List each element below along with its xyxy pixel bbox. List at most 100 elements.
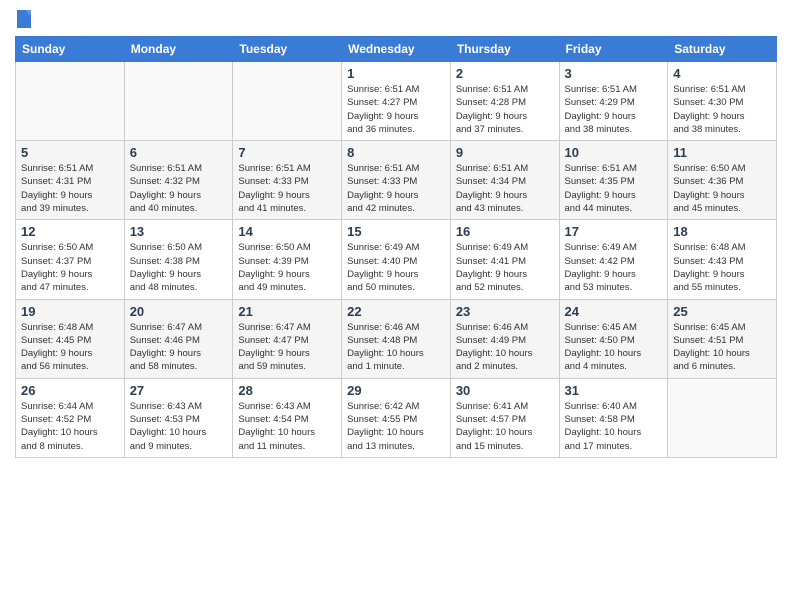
day-info: Sunrise: 6:43 AM Sunset: 4:54 PM Dayligh… <box>238 400 336 453</box>
day-number: 22 <box>347 304 445 319</box>
calendar-cell: 1 Sunrise: 6:51 AM Sunset: 4:27 PM Daylig… <box>342 62 451 141</box>
day-info: Sunrise: 6:40 AM Sunset: 4:58 PM Dayligh… <box>565 400 663 453</box>
day-number: 9 <box>456 145 554 160</box>
calendar-cell: 8Sunrise: 6:51 AM Sunset: 4:33 PM Daylig… <box>342 141 451 220</box>
calendar-cell: 20 Sunrise: 6:47 AM Sunset: 4:46 PM Dayli… <box>124 299 233 378</box>
day-number: 26 <box>21 383 119 398</box>
day-info: Sunrise: 6:50 AM Sunset: 4:36 PM Dayligh… <box>673 162 771 215</box>
day-number: 6 <box>130 145 228 160</box>
day-info: Sunrise: 6:46 AM Sunset: 4:49 PM Dayligh… <box>456 321 554 374</box>
day-info: Sunrise: 6:51 AM Sunset: 4:31 PM Dayligh… <box>21 162 119 215</box>
day-info: Sunrise: 6:50 AM Sunset: 4:37 PM Dayligh… <box>21 241 119 294</box>
day-info: Sunrise: 6:47 AM Sunset: 4:46 PM Dayligh… <box>130 321 228 374</box>
day-number: 10 <box>565 145 663 160</box>
day-info: Sunrise: 6:51 AM Sunset: 4:33 PM Dayligh… <box>238 162 336 215</box>
day-info: Sunrise: 6:45 AM Sunset: 4:51 PM Dayligh… <box>673 321 771 374</box>
day-info: Sunrise: 6:50 AM Sunset: 4:39 PM Dayligh… <box>238 241 336 294</box>
calendar-cell: 3Sunrise: 6:51 AM Sunset: 4:29 PM Daylig… <box>559 62 668 141</box>
day-info: Sunrise: 6:49 AM Sunset: 4:41 PM Dayligh… <box>456 241 554 294</box>
page: Sunday Monday Tuesday Wednesday Thursday… <box>0 0 792 612</box>
day-info: Sunrise: 6:45 AM Sunset: 4:50 PM Dayligh… <box>565 321 663 374</box>
week-row-1: 1 Sunrise: 6:51 AM Sunset: 4:27 PM Daylig… <box>16 62 777 141</box>
day-info: Sunrise: 6:43 AM Sunset: 4:53 PM Dayligh… <box>130 400 228 453</box>
calendar-cell <box>124 62 233 141</box>
day-info: Sunrise: 6:51 AM Sunset: 4:35 PM Dayligh… <box>565 162 663 215</box>
calendar-cell: 13 Sunrise: 6:50 AM Sunset: 4:38 PM Dayli… <box>124 220 233 299</box>
day-number: 21 <box>238 304 336 319</box>
col-sunday: Sunday <box>16 37 125 62</box>
col-friday: Friday <box>559 37 668 62</box>
logo <box>15 10 31 28</box>
day-number: 17 <box>565 224 663 239</box>
day-number: 7 <box>238 145 336 160</box>
day-info: Sunrise: 6:49 AM Sunset: 4:42 PM Dayligh… <box>565 241 663 294</box>
calendar-cell: 23 Sunrise: 6:46 AM Sunset: 4:49 PM Dayli… <box>450 299 559 378</box>
calendar-cell: 15Sunrise: 6:49 AM Sunset: 4:40 PM Dayli… <box>342 220 451 299</box>
calendar-cell: 6Sunrise: 6:51 AM Sunset: 4:32 PM Daylig… <box>124 141 233 220</box>
calendar-cell: 28 Sunrise: 6:43 AM Sunset: 4:54 PM Dayli… <box>233 378 342 457</box>
day-number: 11 <box>673 145 771 160</box>
calendar-cell: 27Sunrise: 6:43 AM Sunset: 4:53 PM Dayli… <box>124 378 233 457</box>
calendar-cell: 31 Sunrise: 6:40 AM Sunset: 4:58 PM Dayli… <box>559 378 668 457</box>
col-wednesday: Wednesday <box>342 37 451 62</box>
day-number: 1 <box>347 66 445 81</box>
calendar-cell: 2Sunrise: 6:51 AM Sunset: 4:28 PM Daylig… <box>450 62 559 141</box>
calendar-cell <box>16 62 125 141</box>
calendar-table: Sunday Monday Tuesday Wednesday Thursday… <box>15 36 777 458</box>
day-number: 28 <box>238 383 336 398</box>
calendar-cell: 7 Sunrise: 6:51 AM Sunset: 4:33 PM Daylig… <box>233 141 342 220</box>
week-row-3: 12 Sunrise: 6:50 AM Sunset: 4:37 PM Dayli… <box>16 220 777 299</box>
calendar-cell: 25 Sunrise: 6:45 AM Sunset: 4:51 PM Dayli… <box>668 299 777 378</box>
day-number: 12 <box>21 224 119 239</box>
day-number: 20 <box>130 304 228 319</box>
day-info: Sunrise: 6:44 AM Sunset: 4:52 PM Dayligh… <box>21 400 119 453</box>
day-number: 30 <box>456 383 554 398</box>
day-number: 14 <box>238 224 336 239</box>
calendar-cell: 16 Sunrise: 6:49 AM Sunset: 4:41 PM Dayli… <box>450 220 559 299</box>
calendar-cell: 30 Sunrise: 6:41 AM Sunset: 4:57 PM Dayli… <box>450 378 559 457</box>
day-number: 8 <box>347 145 445 160</box>
col-thursday: Thursday <box>450 37 559 62</box>
calendar-cell: 9 Sunrise: 6:51 AM Sunset: 4:34 PM Daylig… <box>450 141 559 220</box>
calendar-cell: 12 Sunrise: 6:50 AM Sunset: 4:37 PM Dayli… <box>16 220 125 299</box>
day-info: Sunrise: 6:50 AM Sunset: 4:38 PM Dayligh… <box>130 241 228 294</box>
col-monday: Monday <box>124 37 233 62</box>
day-info: Sunrise: 6:51 AM Sunset: 4:34 PM Dayligh… <box>456 162 554 215</box>
calendar-cell: 29 Sunrise: 6:42 AM Sunset: 4:55 PM Dayli… <box>342 378 451 457</box>
calendar-cell: 19Sunrise: 6:48 AM Sunset: 4:45 PM Dayli… <box>16 299 125 378</box>
calendar-cell: 10 Sunrise: 6:51 AM Sunset: 4:35 PM Dayli… <box>559 141 668 220</box>
day-info: Sunrise: 6:51 AM Sunset: 4:30 PM Dayligh… <box>673 83 771 136</box>
day-info: Sunrise: 6:48 AM Sunset: 4:45 PM Dayligh… <box>21 321 119 374</box>
day-number: 13 <box>130 224 228 239</box>
day-info: Sunrise: 6:48 AM Sunset: 4:43 PM Dayligh… <box>673 241 771 294</box>
day-number: 15 <box>347 224 445 239</box>
week-row-4: 19Sunrise: 6:48 AM Sunset: 4:45 PM Dayli… <box>16 299 777 378</box>
calendar-cell: 21 Sunrise: 6:47 AM Sunset: 4:47 PM Dayli… <box>233 299 342 378</box>
day-info: Sunrise: 6:41 AM Sunset: 4:57 PM Dayligh… <box>456 400 554 453</box>
calendar-cell: 4 Sunrise: 6:51 AM Sunset: 4:30 PM Daylig… <box>668 62 777 141</box>
calendar-cell: 5 Sunrise: 6:51 AM Sunset: 4:31 PM Daylig… <box>16 141 125 220</box>
calendar-cell <box>668 378 777 457</box>
header-row: Sunday Monday Tuesday Wednesday Thursday… <box>16 37 777 62</box>
day-number: 25 <box>673 304 771 319</box>
day-number: 5 <box>21 145 119 160</box>
day-number: 23 <box>456 304 554 319</box>
day-number: 24 <box>565 304 663 319</box>
day-info: Sunrise: 6:51 AM Sunset: 4:27 PM Dayligh… <box>347 83 445 136</box>
calendar-cell: 17 Sunrise: 6:49 AM Sunset: 4:42 PM Dayli… <box>559 220 668 299</box>
day-number: 16 <box>456 224 554 239</box>
day-info: Sunrise: 6:42 AM Sunset: 4:55 PM Dayligh… <box>347 400 445 453</box>
col-saturday: Saturday <box>668 37 777 62</box>
day-info: Sunrise: 6:47 AM Sunset: 4:47 PM Dayligh… <box>238 321 336 374</box>
calendar-cell: 22Sunrise: 6:46 AM Sunset: 4:48 PM Dayli… <box>342 299 451 378</box>
week-row-2: 5 Sunrise: 6:51 AM Sunset: 4:31 PM Daylig… <box>16 141 777 220</box>
logo-icon <box>17 10 31 28</box>
day-number: 31 <box>565 383 663 398</box>
week-row-5: 26 Sunrise: 6:44 AM Sunset: 4:52 PM Dayli… <box>16 378 777 457</box>
calendar-cell: 24 Sunrise: 6:45 AM Sunset: 4:50 PM Dayli… <box>559 299 668 378</box>
day-number: 29 <box>347 383 445 398</box>
calendar-cell: 18Sunrise: 6:48 AM Sunset: 4:43 PM Dayli… <box>668 220 777 299</box>
day-number: 3 <box>565 66 663 81</box>
header <box>15 10 777 28</box>
day-number: 4 <box>673 66 771 81</box>
